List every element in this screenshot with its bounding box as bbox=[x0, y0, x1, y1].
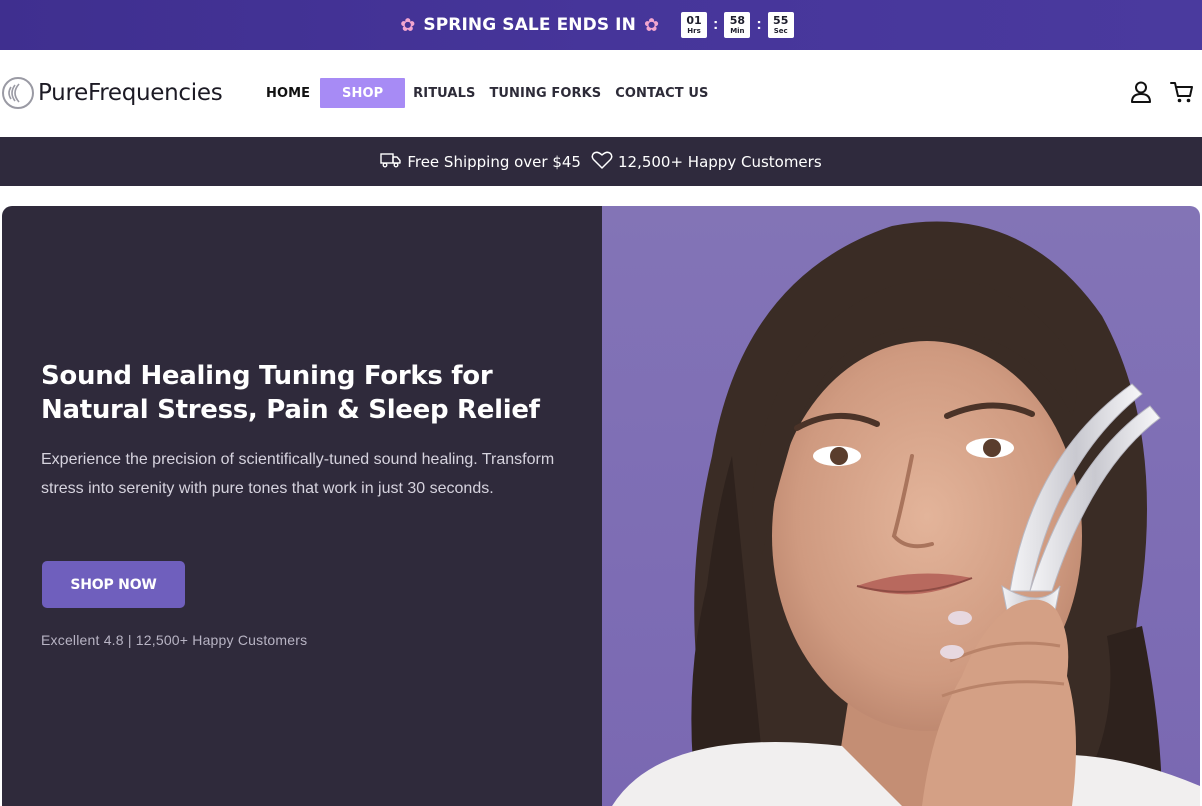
promo-bar: ✿ SPRING SALE ENDS IN ✿ 01 Hrs : 58 Min … bbox=[0, 0, 1202, 50]
cart-icon[interactable] bbox=[1170, 80, 1194, 109]
timer-seconds-value: 55 bbox=[773, 14, 789, 27]
rating-text: Excellent 4.8 | 12,500+ Happy Customers bbox=[41, 632, 308, 648]
cherry-blossom-icon: ✿ bbox=[400, 15, 416, 35]
timer-minutes: 58 Min bbox=[724, 12, 751, 38]
happy-customers-info: 12,500+ Happy Customers bbox=[591, 150, 822, 174]
truck-icon bbox=[380, 152, 402, 172]
nav-shop[interactable]: SHOP bbox=[320, 78, 406, 108]
timer-hours: 01 Hrs bbox=[681, 12, 708, 38]
main-nav: HOME SHOP RITUALS TUNING FORKS CONTACT U… bbox=[262, 78, 715, 108]
header-actions bbox=[1130, 80, 1194, 109]
site-logo[interactable]: PureFrequencies bbox=[2, 77, 223, 109]
hero-title: Sound Healing Tuning Forks for Natural S… bbox=[41, 361, 540, 425]
hero-section: Sound Healing Tuning Forks for Natural S… bbox=[2, 206, 1200, 806]
shipping-bar: Free Shipping over $45 12,500+ Happy Cus… bbox=[0, 137, 1202, 186]
timer-seconds-unit: Sec bbox=[773, 27, 788, 35]
hero-image bbox=[602, 206, 1200, 806]
timer-seconds: 55 Sec bbox=[767, 12, 794, 38]
free-shipping-info: Free Shipping over $45 bbox=[380, 152, 581, 172]
timer-hours-value: 01 bbox=[686, 14, 702, 27]
heart-icon bbox=[591, 150, 613, 174]
logo-text: PureFrequencies bbox=[38, 80, 223, 106]
shop-now-button[interactable]: SHOP NOW bbox=[42, 561, 185, 608]
user-icon[interactable] bbox=[1130, 80, 1152, 109]
timer-separator: : bbox=[756, 16, 762, 33]
site-header: PureFrequencies HOME SHOP RITUALS TUNING… bbox=[0, 50, 1202, 137]
countdown-timer: 01 Hrs : 58 Min : 55 Sec bbox=[681, 12, 794, 38]
hero-description: Experience the precision of scientifical… bbox=[41, 451, 555, 497]
happy-customers-text: 12,500+ Happy Customers bbox=[617, 152, 822, 171]
hero-text-panel: Sound Healing Tuning Forks for Natural S… bbox=[2, 206, 602, 806]
sound-wave-logo-icon bbox=[2, 77, 34, 109]
promo-text: SPRING SALE ENDS IN bbox=[423, 15, 636, 35]
timer-minutes-value: 58 bbox=[729, 14, 746, 27]
cherry-blossom-icon: ✿ bbox=[643, 15, 660, 35]
timer-minutes-unit: Min bbox=[730, 27, 745, 35]
woman-with-tuning-fork-photo bbox=[612, 221, 1200, 806]
free-shipping-text: Free Shipping over $45 bbox=[407, 152, 581, 171]
nav-home[interactable]: HOME bbox=[262, 78, 318, 108]
nav-rituals[interactable]: RITUALS bbox=[406, 78, 482, 108]
timer-separator: : bbox=[713, 16, 719, 33]
nav-contact-us[interactable]: CONTACT US bbox=[608, 78, 715, 108]
timer-hours-unit: Hrs bbox=[687, 27, 701, 35]
nav-tuning-forks[interactable]: TUNING FORKS bbox=[482, 78, 608, 108]
